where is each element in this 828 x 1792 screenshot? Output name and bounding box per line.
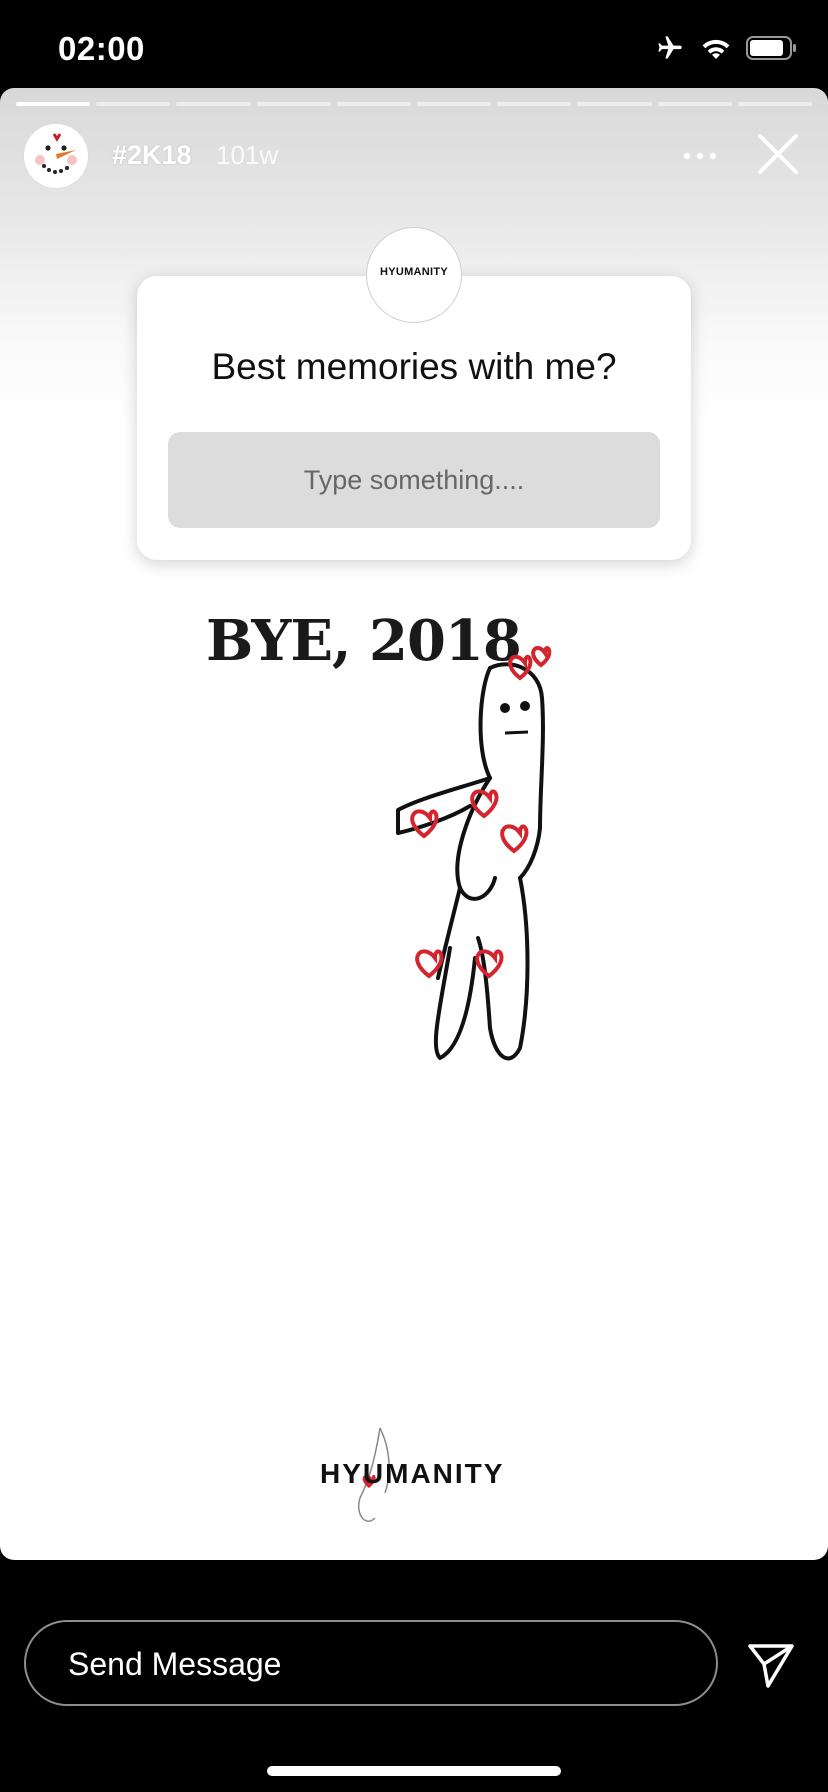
progress-segment: [16, 102, 91, 106]
message-placeholder: Send Message: [68, 1646, 282, 1682]
progress-segment: [577, 102, 652, 106]
close-icon: [758, 134, 798, 174]
progress-segment: [497, 102, 572, 106]
more-horizontal-icon: [683, 152, 717, 160]
send-icon: [748, 1644, 794, 1688]
airplane-icon: [658, 36, 682, 59]
story-progress-bar: [16, 102, 813, 106]
sticker-profile-logo: HYUMANITY: [367, 228, 461, 322]
status-bar: 02:00: [0, 0, 828, 88]
send-message-input[interactable]: Send Message: [24, 1620, 718, 1706]
story-viewer[interactable]: #2K18 101w Best memories with me? HYUMAN…: [0, 88, 828, 1560]
story-header: #2K18 101w: [24, 124, 808, 188]
doodle-figure-illustration: [396, 646, 552, 1061]
close-button[interactable]: [748, 124, 808, 184]
home-indicator[interactable]: [267, 1766, 561, 1776]
status-time: 02:00: [58, 30, 145, 67]
story-title[interactable]: #2K18: [112, 140, 192, 171]
progress-segment: [256, 102, 331, 106]
battery-icon: [746, 36, 796, 60]
progress-segment: [657, 102, 732, 106]
story-age: 101w: [216, 140, 279, 170]
brand-text: HYUMANITY: [320, 1458, 505, 1489]
status-icons: [654, 34, 798, 62]
more-button[interactable]: [680, 138, 720, 174]
brand-logo: HYUMANITY: [300, 1418, 550, 1538]
send-button[interactable]: [744, 1638, 798, 1692]
progress-segment: [737, 102, 813, 106]
sticker-logo-text: HYUMANITY: [379, 266, 449, 278]
sticker-answer-input[interactable]: Type something....: [168, 432, 660, 528]
progress-segment: [336, 102, 412, 106]
sticker-question: Best memories with me?: [211, 346, 617, 387]
snowman-avatar-icon: [26, 126, 86, 186]
progress-segment: [417, 102, 492, 106]
progress-segment: [96, 102, 171, 106]
wifi-icon: [702, 39, 730, 60]
avatar[interactable]: [24, 124, 88, 188]
progress-segment: [176, 102, 251, 106]
